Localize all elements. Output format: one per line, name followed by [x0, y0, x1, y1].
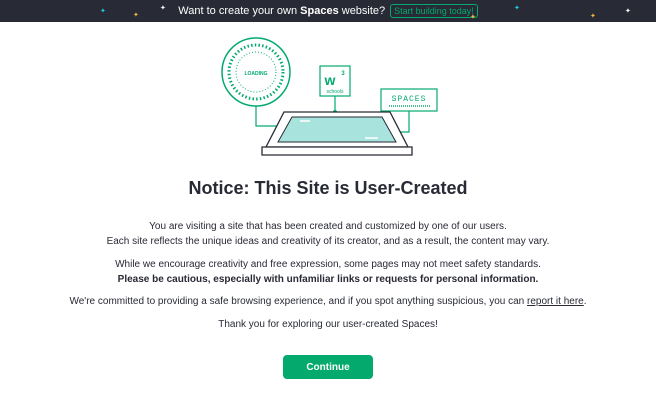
report-link[interactable]: report it here [527, 296, 584, 307]
tablet-icon [261, 111, 413, 156]
star-icon: ✦ [100, 8, 106, 15]
start-building-button[interactable]: Start building today! [390, 4, 478, 18]
star-icon: ✦ [133, 12, 139, 19]
star-icon: ✦ [514, 5, 520, 12]
banner-prefix: Want to create your own [178, 5, 298, 17]
report-suffix: . [583, 296, 587, 307]
continue-button[interactable]: Continue [283, 355, 373, 379]
banner-brand: Spaces [300, 5, 339, 17]
star-icon: ✦ [470, 14, 476, 21]
warning-paragraph: While we encourage creativity and free e… [0, 257, 656, 287]
intro-line-1: You are visiting a site that has been cr… [149, 221, 507, 232]
top-banner: ✦ ✦ ✦ ✦ ✦ ✦ ✦ Want to create your own Sp… [0, 0, 656, 22]
report-text: We're committed to providing a safe brow… [69, 296, 525, 307]
warning-line-2: Please be cautious, especially with unfa… [0, 272, 656, 287]
intro-paragraph: You are visiting a site that has been cr… [0, 219, 656, 249]
w3schools-logo-icon: w 3 schools [319, 65, 351, 97]
intro-line-2: Each site reflects the unique ideas and … [106, 236, 550, 247]
w3-letter: w [324, 72, 336, 88]
w3-sub: schools [327, 89, 344, 95]
spaces-text: SPACES [392, 95, 427, 104]
star-icon: ✦ [625, 8, 631, 15]
page-title: Notice: This Site is User-Created [188, 178, 468, 198]
badge-text: LOADING [244, 71, 267, 77]
thanks-paragraph: Thank you for exploring our user-created… [218, 319, 438, 330]
star-icon: ✦ [590, 13, 596, 20]
caution-text: Please be cautious, especially with unfa… [117, 274, 539, 285]
warning-line-1: While we encourage creativity and free e… [115, 259, 541, 270]
banner-message: Want to create your own Spaces website? [178, 5, 385, 17]
spaces-logo-icon: SPACES [380, 88, 438, 112]
spaces-illustration: LOADING w 3 schools SPACES [221, 37, 438, 156]
report-paragraph: We're committed to providing a safe brow… [0, 294, 656, 309]
star-icon: ✦ [160, 5, 166, 12]
loading-badge-icon: LOADING [221, 37, 291, 107]
banner-suffix: website? [341, 5, 386, 17]
